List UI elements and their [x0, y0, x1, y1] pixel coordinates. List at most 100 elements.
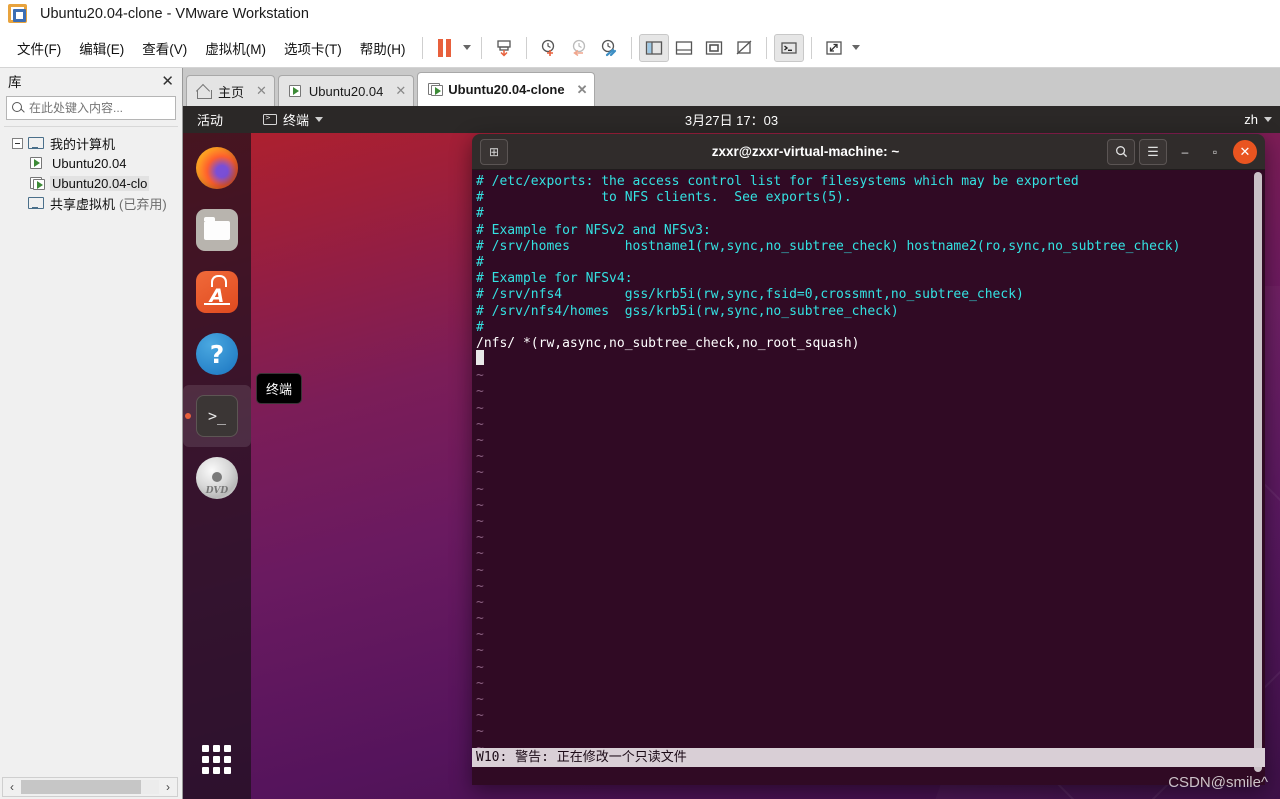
dock-item-help[interactable]: ?	[183, 323, 251, 385]
terminal-line: ~	[476, 400, 484, 416]
library-close-icon[interactable]: ✕	[161, 74, 174, 89]
terminal-line: #	[476, 319, 484, 335]
search-icon[interactable]	[1107, 138, 1135, 165]
fullscreen-icon[interactable]	[699, 34, 729, 62]
system-status-area[interactable]: zh	[1244, 112, 1272, 127]
scrollbar-track[interactable]	[141, 780, 159, 794]
tab-close-icon[interactable]: ✕	[577, 82, 588, 98]
monitor-icon	[28, 136, 44, 150]
chevron-down-icon	[315, 117, 324, 122]
terminal-line: ~	[476, 513, 484, 529]
menu-tabs[interactable]: 选项卡(T)	[275, 34, 351, 62]
vmware-logo-icon	[8, 4, 28, 24]
tree-item-suffix: (已弃用)	[119, 196, 167, 212]
scroll-left-arrow-icon[interactable]: ‹	[3, 780, 21, 794]
search-input[interactable]	[29, 101, 184, 115]
menu-view[interactable]: 查看(V)	[133, 34, 196, 62]
dock-item-firefox[interactable]	[183, 137, 251, 199]
terminal-body[interactable]: # /etc/exports: the access control list …	[472, 170, 1265, 785]
scrollbar-thumb[interactable]	[21, 780, 141, 794]
toolbar-separator	[630, 36, 632, 59]
tab-close-icon[interactable]: ✕	[256, 83, 267, 99]
help-icon: ?	[196, 333, 238, 375]
send-ctrl-alt-del-icon[interactable]	[773, 33, 804, 62]
new-tab-icon[interactable]: ⊞	[480, 138, 508, 165]
terminal-line: # /etc/exports: the access control list …	[476, 174, 1079, 189]
close-button[interactable]: ✕	[1233, 139, 1257, 164]
app-menu-button[interactable]: 终端	[263, 110, 324, 129]
library-horizontal-scrollbar[interactable]: ‹ ›	[2, 777, 178, 797]
unity-mode-icon[interactable]	[729, 34, 759, 62]
terminal-line: ~	[476, 611, 484, 627]
pause-button[interactable]	[430, 34, 460, 62]
app-store-icon: A	[196, 271, 238, 313]
dock-item-terminal[interactable]: >_	[183, 385, 251, 447]
terminal-line: /nfs/ *(rw,async,no_subtree_check,no_roo…	[476, 335, 860, 351]
vim-status-line: W10: 警告: 正在修改一个只读文件	[472, 748, 1265, 767]
tree-item-my-computer[interactable]: 我的计算机	[4, 133, 178, 153]
dock-item-software[interactable]: A	[183, 261, 251, 323]
tab-home[interactable]: 主页 ✕	[186, 75, 275, 106]
snapshot-take-icon[interactable]	[489, 34, 519, 62]
library-search[interactable]	[6, 96, 197, 120]
tree-item-ubuntu2004-clone[interactable]: Ubuntu20.04-clo	[4, 173, 178, 193]
manage-snapshots-icon[interactable]	[594, 34, 624, 62]
terminal-line: # /srv/homes hostname1(rw,sync,no_subtre…	[476, 238, 1181, 254]
terminal-line: ~	[476, 368, 484, 384]
terminal-line: ~	[476, 433, 484, 448]
show-applications-button[interactable]	[183, 729, 251, 791]
pause-dropdown-caret[interactable]	[460, 34, 474, 62]
terminal-line: ~	[476, 384, 484, 400]
home-icon	[197, 85, 212, 99]
scroll-right-arrow-icon[interactable]: ›	[159, 780, 177, 794]
vmware-menubar: 文件(F) 编辑(E) 查看(V) 虚拟机(M) 选项卡(T) 帮助(H)	[0, 28, 1280, 68]
library-header: 库 ✕	[0, 68, 182, 94]
app-grid-icon	[202, 745, 232, 775]
terminal-scrollbar[interactable]	[1254, 172, 1262, 772]
minimize-button[interactable]: –	[1173, 140, 1197, 164]
menu-vm[interactable]: 虚拟机(M)	[196, 34, 275, 62]
show-library-icon[interactable]	[638, 33, 669, 62]
hamburger-menu-icon[interactable]: ☰	[1139, 138, 1167, 165]
expander-icon[interactable]	[12, 137, 23, 149]
library-tree: 我的计算机 Ubuntu20.04 Ubuntu20.04-clo 共享虚拟机 …	[4, 126, 178, 766]
terminal-line: ~	[476, 562, 484, 578]
chevron-down-icon	[1264, 117, 1272, 122]
guest-screen: 活动 终端 3月27日 17：03 zh A	[183, 106, 1280, 799]
activities-button[interactable]: 活动	[197, 110, 223, 129]
tab-close-icon[interactable]: ✕	[395, 83, 406, 99]
dock-tooltip: 终端	[256, 373, 303, 404]
terminal-line: # Example for NFSv4:	[476, 271, 633, 287]
app-menu-label: 终端	[283, 113, 310, 128]
toolbar-separator	[810, 36, 812, 59]
menu-help[interactable]: 帮助(H)	[351, 34, 415, 62]
menu-edit[interactable]: 编辑(E)	[70, 34, 133, 62]
maximize-button[interactable]: ▫	[1203, 140, 1227, 164]
terminal-prompt-glyph	[780, 41, 797, 54]
terminal-line: ~	[476, 465, 484, 481]
stretch-dropdown-caret[interactable]	[849, 34, 863, 62]
tree-item-shared-vms[interactable]: 共享虚拟机 (已弃用)	[4, 193, 178, 213]
terminal-line: ~	[476, 530, 484, 546]
terminal-line: ~	[476, 481, 484, 497]
dock-item-dvd[interactable]: DVD	[183, 447, 251, 509]
dock-item-files[interactable]	[183, 199, 251, 261]
menu-file[interactable]: 文件(F)	[8, 34, 70, 62]
stretch-guest-icon[interactable]	[819, 34, 849, 62]
show-console-view-icon[interactable]	[669, 34, 699, 62]
tree-item-ubuntu2004[interactable]: Ubuntu20.04	[4, 153, 178, 173]
revert-snapshot-icon[interactable]	[564, 34, 594, 62]
clock[interactable]: 3月27日 17：03	[183, 110, 1280, 129]
clock-plus-glyph	[541, 39, 554, 56]
tab-ubuntu2004-clone[interactable]: Ubuntu20.04-clone ✕	[417, 72, 596, 106]
vmware-titlebar: Ubuntu20.04-clone - VMware Workstation	[0, 0, 1280, 28]
tab-ubuntu2004[interactable]: Ubuntu20.04 ✕	[277, 75, 415, 106]
gnome-topbar: 活动 终端 3月27日 17：03 zh	[183, 106, 1280, 133]
fullscreen-glyph	[705, 40, 722, 55]
tab-strip: 主页 ✕ Ubuntu20.04 ✕ Ubuntu20.04-clone ✕	[183, 68, 1280, 106]
input-source-indicator[interactable]: zh	[1244, 112, 1258, 127]
snapshot-manager-icon[interactable]	[534, 34, 564, 62]
vm-icon	[288, 84, 304, 98]
terminal-line: ~	[476, 643, 484, 659]
